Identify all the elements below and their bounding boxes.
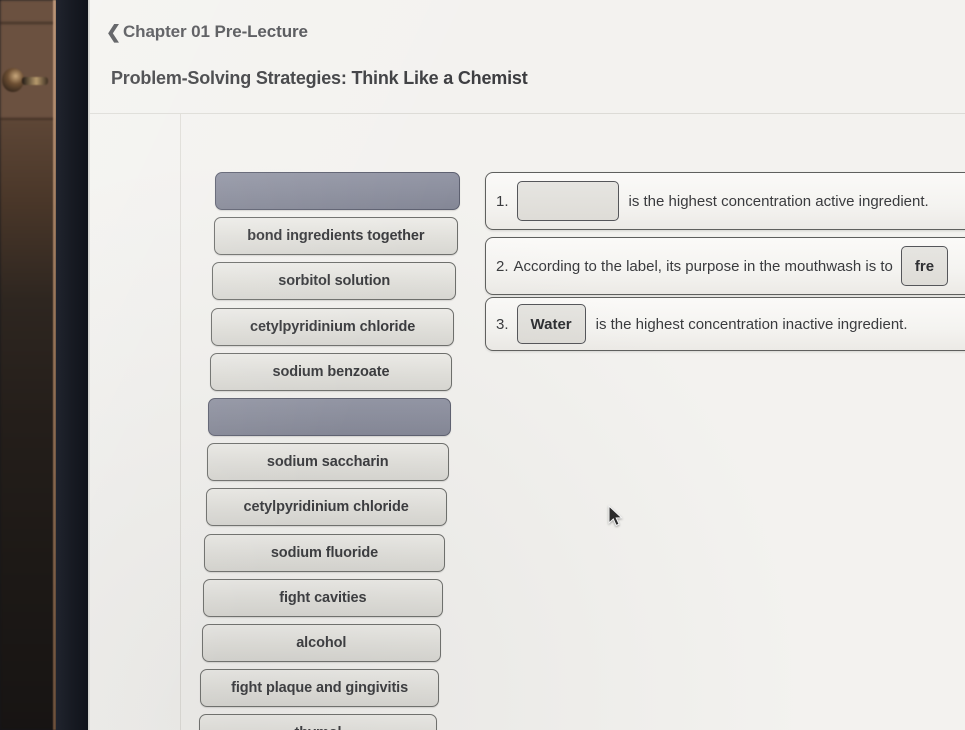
question-row[interactable]: 3. Water is the highest concentration inac… <box>485 297 965 351</box>
door-latch <box>22 77 48 85</box>
device-screen: ❮ Chapter 01 Pre-Lecture Problem-Solving… <box>90 0 965 730</box>
question-text-after: is the highest concentration active ingr… <box>628 192 929 210</box>
answer-slot-label: Water <box>530 315 572 333</box>
device-bezel <box>56 0 90 730</box>
door-seam-upper <box>0 22 55 24</box>
answer-slot-filled[interactable]: fre <box>900 246 949 286</box>
question-text-after: is the highest concentration inactive in… <box>595 315 908 333</box>
question-number: 3. <box>496 315 509 333</box>
answer-slot-filled[interactable]: Water <box>516 304 586 344</box>
question-row[interactable]: 1. is the highest concentration active in… <box>485 172 965 230</box>
blurred-room-background <box>0 0 60 730</box>
question-number: 1. <box>496 192 509 210</box>
question-number: 2. <box>496 257 509 275</box>
question-list: 1. is the highest concentration active in… <box>90 0 965 730</box>
answer-slot-empty[interactable] <box>516 181 619 221</box>
question-text-before: According to the label, its purpose in t… <box>513 257 893 275</box>
door-knob <box>2 68 24 92</box>
question-row[interactable]: 2. According to the label, its purpose in… <box>485 237 965 295</box>
door-seam-lower <box>0 118 55 120</box>
answer-slot-label: fre <box>914 257 935 275</box>
